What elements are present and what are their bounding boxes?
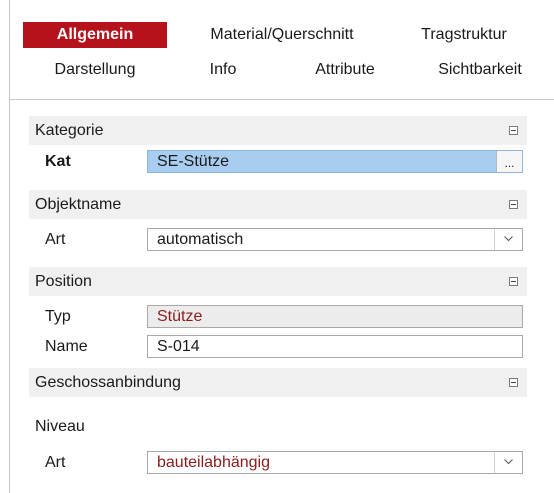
minus-box-icon[interactable] — [509, 277, 518, 286]
category-objektname[interactable]: Objektname — [29, 190, 527, 219]
tab-bar: Allgemein Material/Querschnitt Tragstruk… — [0, 0, 554, 100]
minus-box-icon[interactable] — [509, 200, 518, 209]
property-label: Name — [45, 338, 88, 355]
minus-box-icon[interactable] — [509, 378, 518, 387]
tab-darstellung[interactable]: Darstellung — [35, 57, 155, 83]
property-row-geschoss-art: Art bauteilabhängig — [29, 450, 527, 476]
category-position[interactable]: Position — [29, 267, 527, 296]
chevron-down-icon[interactable] — [494, 452, 522, 473]
typ-field: Stütze — [147, 305, 523, 328]
tab-tragstruktur[interactable]: Tragstruktur — [404, 22, 524, 48]
property-row-typ: Typ Stütze — [29, 304, 527, 330]
ellipsis-icon[interactable]: ... — [496, 151, 522, 172]
kat-value: SE-Stütze — [157, 153, 230, 170]
tab-attribute[interactable]: Attribute — [295, 57, 395, 83]
category-title: Kategorie — [35, 122, 104, 139]
property-label: Art — [45, 454, 66, 471]
property-label: Art — [45, 231, 66, 248]
chevron-down-icon[interactable] — [494, 229, 522, 250]
art-select[interactable]: automatisch — [147, 228, 523, 251]
typ-value: Stütze — [157, 308, 203, 325]
kat-field[interactable]: SE-Stütze ... — [147, 150, 523, 173]
art-value: automatisch — [157, 231, 244, 248]
name-value: S-014 — [157, 338, 200, 355]
property-row-kat: Kat SE-Stütze ... — [29, 149, 527, 175]
category-geschossanbindung[interactable]: Geschossanbindung — [29, 368, 527, 397]
category-title: Objektname — [35, 196, 122, 213]
property-row-name: Name S-014 — [29, 334, 527, 360]
tab-bar-divider — [9, 99, 554, 100]
minus-box-icon[interactable] — [509, 126, 518, 135]
geschoss-art-value: bauteilabhängig — [157, 454, 270, 471]
category-title: Position — [35, 273, 92, 290]
niveau-heading: Niveau — [35, 418, 85, 435]
tab-sichtbarkeit[interactable]: Sichtbarkeit — [418, 57, 542, 83]
category-kategorie[interactable]: Kategorie — [29, 116, 527, 145]
tab-material-querschnitt[interactable]: Material/Querschnitt — [192, 22, 372, 48]
tab-info[interactable]: Info — [193, 57, 253, 83]
name-field[interactable]: S-014 — [147, 335, 523, 358]
tab-allgemein[interactable]: Allgemein — [23, 22, 167, 48]
property-label: Kat — [45, 153, 71, 170]
property-row-art: Art automatisch — [29, 227, 527, 253]
category-title: Geschossanbindung — [35, 374, 181, 391]
geschoss-art-select[interactable]: bauteilabhängig — [147, 451, 523, 474]
property-label: Typ — [45, 308, 71, 325]
